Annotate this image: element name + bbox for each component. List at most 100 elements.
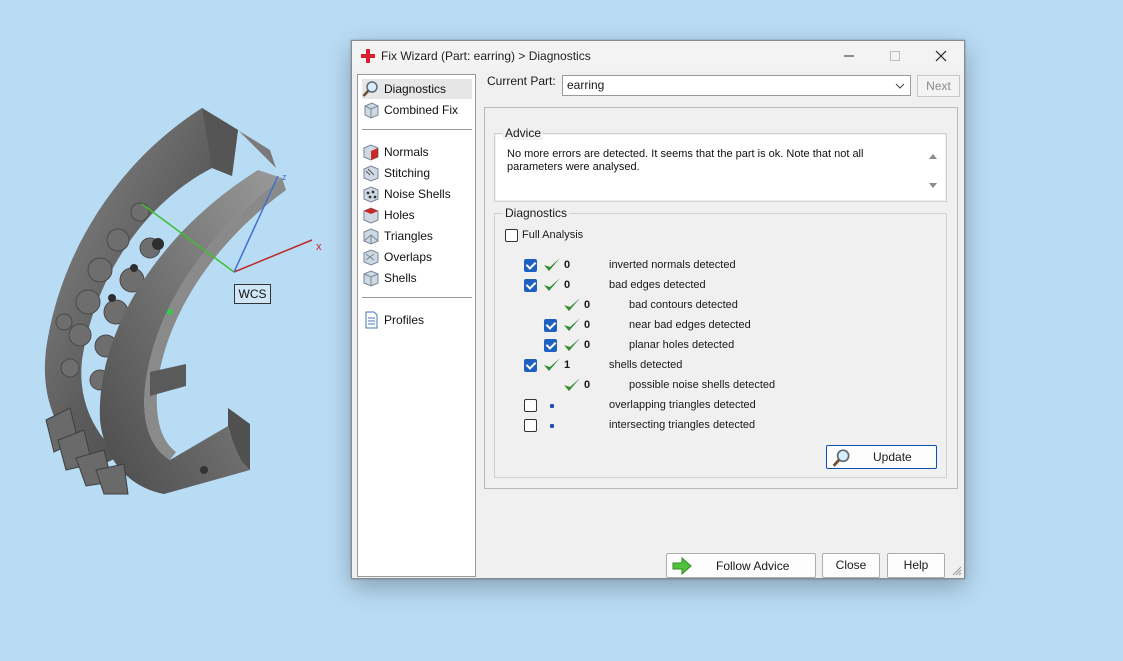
green-check-icon: [564, 298, 580, 311]
diagnostic-label: possible noise shells detected: [629, 379, 776, 391]
pivot-point: [167, 309, 173, 315]
diagnostic-label: bad edges detected: [609, 279, 706, 291]
minimize-icon: [844, 55, 854, 57]
diagnostic-checkbox[interactable]: [524, 419, 537, 432]
nav-item-combined-fix[interactable]: Combined Fix: [362, 100, 472, 120]
diagnostic-label: near bad edges detected: [629, 319, 751, 331]
advice-group: Advice No more errors are detected. It s…: [494, 126, 947, 202]
maximize-button[interactable]: [872, 41, 918, 71]
diagnostic-label: bad contours detected: [629, 299, 738, 311]
diagnostic-count: 1: [564, 359, 571, 371]
nav-item-normals[interactable]: Normals: [362, 142, 472, 162]
pending-dot-icon: [550, 424, 554, 428]
green-check-icon: [544, 358, 560, 371]
diagnostic-checkbox[interactable]: [524, 359, 537, 372]
nav-item-profiles[interactable]: Profiles: [362, 310, 472, 330]
green-check-icon: [544, 258, 560, 271]
nav-item-label: Stitching: [384, 166, 431, 180]
nav-item-label: Triangles: [384, 229, 433, 243]
nav-item-stitching[interactable]: Stitching: [362, 163, 472, 183]
holes-icon: [363, 207, 379, 224]
magnifier-icon: [362, 81, 378, 97]
triangles-icon: [363, 228, 379, 245]
diagnostic-label: shells detected: [609, 359, 683, 371]
current-part-value: earring: [567, 78, 605, 92]
diagnostic-label: inverted normals detected: [609, 259, 736, 271]
close-icon: [935, 50, 947, 62]
green-check-icon: [564, 318, 580, 331]
diagnostic-label: intersecting triangles detected: [609, 419, 756, 431]
magnifier-icon: [832, 449, 850, 467]
nav-item-label: Diagnostics: [384, 82, 447, 96]
red-cross-icon: [361, 49, 375, 63]
diagnostic-count: 0: [584, 339, 591, 351]
green-check-icon: [544, 278, 560, 291]
current-part-dropdown[interactable]: earring: [562, 75, 911, 96]
diagnostic-checkbox[interactable]: [524, 279, 537, 292]
advice-title: Advice: [503, 126, 544, 140]
follow-advice-button[interactable]: Follow Advice: [666, 553, 816, 578]
diagnostics-group: Diagnostics Full Analysis 0 inverted norm…: [494, 206, 947, 478]
scroll-down-icon[interactable]: [928, 182, 938, 190]
diagnostic-checkbox[interactable]: [524, 259, 537, 272]
close-button[interactable]: Close: [822, 553, 880, 578]
shells-icon: [363, 270, 379, 287]
diagnostic-checkbox[interactable]: [524, 399, 537, 412]
nav-item-label: Combined Fix: [384, 103, 459, 117]
maximize-icon: [890, 51, 900, 61]
document-icon: [365, 311, 378, 329]
full-analysis-label: Full Analysis: [522, 229, 584, 241]
current-part-label: Current Part:: [487, 74, 556, 88]
normals-icon: [363, 144, 379, 161]
diagnostic-label: overlapping triangles detected: [609, 399, 756, 411]
fix-wizard-nav: Diagnostics Combined Fix Normals Stitchi…: [357, 74, 476, 577]
diagnostic-count: 0: [584, 299, 591, 311]
nav-item-shells[interactable]: Shells: [362, 268, 472, 288]
z-axis-label: z: [282, 172, 287, 182]
nav-item-label: Shells: [384, 271, 417, 285]
title-bar[interactable]: Fix Wizard (Part: earring) > Diagnostics: [352, 41, 964, 71]
green-arrow-icon: [672, 556, 692, 576]
window-title: Fix Wizard (Part: earring) > Diagnostics: [381, 49, 591, 63]
nav-item-label: Normals: [384, 145, 429, 159]
next-button[interactable]: Next: [917, 75, 960, 97]
full-analysis-checkbox[interactable]: [505, 229, 518, 242]
follow-advice-label: Follow Advice: [716, 559, 790, 573]
update-button[interactable]: Update: [826, 445, 937, 469]
combined-fix-icon: [364, 102, 379, 119]
stitching-icon: [363, 165, 379, 182]
pending-dot-icon: [550, 404, 554, 408]
nav-item-label: Noise Shells: [384, 187, 451, 201]
chevron-down-icon: [895, 83, 905, 89]
diagnostic-checkbox[interactable]: [544, 339, 557, 352]
green-check-icon: [564, 338, 580, 351]
diagnostic-checkbox[interactable]: [544, 319, 557, 332]
nav-item-diagnostics[interactable]: Diagnostics: [362, 79, 472, 99]
diagnostics-title: Diagnostics: [503, 206, 570, 220]
diagnostics-panel: Advice No more errors are detected. It s…: [484, 107, 958, 489]
nav-item-overlaps[interactable]: Overlaps: [362, 247, 472, 267]
diagnostic-count: 0: [584, 319, 591, 331]
nav-separator: [362, 129, 472, 130]
nav-item-noise-shells[interactable]: Noise Shells: [362, 184, 472, 204]
resize-grip-icon[interactable]: [952, 566, 962, 576]
x-axis-label: x: [316, 241, 322, 253]
scroll-up-icon[interactable]: [928, 152, 938, 160]
nav-item-label: Overlaps: [384, 250, 433, 264]
noise-shells-icon: [363, 186, 379, 203]
nav-item-label: Profiles: [384, 313, 425, 327]
advice-text: No more errors are detected. It seems th…: [507, 148, 864, 173]
help-button[interactable]: Help: [887, 553, 945, 578]
nav-item-triangles[interactable]: Triangles: [362, 226, 472, 246]
wcs-label: WCS: [234, 284, 271, 304]
diagnostic-count: 0: [564, 279, 571, 291]
update-label: Update: [873, 450, 912, 464]
nav-item-holes[interactable]: Holes: [362, 205, 472, 225]
green-check-icon: [564, 378, 580, 391]
close-window-button[interactable]: [918, 41, 964, 71]
diagnostic-label: planar holes detected: [629, 339, 735, 351]
diagnostic-count: 0: [564, 259, 571, 271]
minimize-button[interactable]: [826, 41, 872, 71]
nav-item-label: Holes: [384, 208, 415, 222]
nav-separator: [362, 297, 472, 298]
